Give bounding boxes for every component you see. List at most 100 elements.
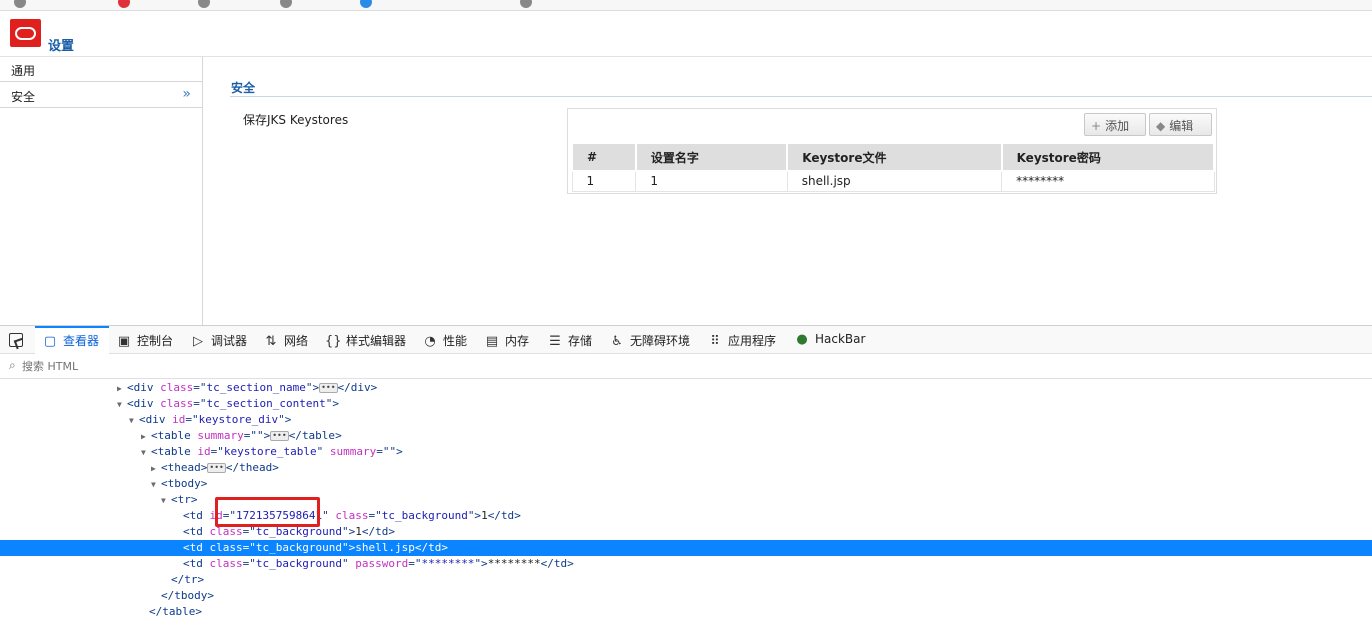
dom-node[interactable]: <td class="tc_background">1</td> [0, 524, 1372, 540]
devtools-tabbar: ▢ 查看器 ▣ 控制台 ▷ 调试器 ⇅ 网络 {} 样式编辑器 ◔ 性能 ▤ 内存 ☰ 存储 ♿… [0, 326, 1372, 354]
collapse-icon[interactable]: ▼ [161, 493, 171, 509]
performance-icon: ◔ [424, 334, 436, 349]
table-cell: 1 [635, 171, 788, 192]
column-header[interactable]: 设置名字 [634, 142, 789, 172]
dom-tree: ▶ <div class="tc_section_name"> ••• </div> … [0, 379, 1372, 617]
bookmark-item[interactable] [198, 0, 213, 8]
add-button-label: 添加 [1105, 119, 1130, 133]
bookmark-item[interactable] [520, 0, 535, 8]
search-html-input[interactable] [22, 357, 622, 375]
collapse-icon[interactable]: ▼ [151, 477, 161, 493]
bookmark-icon [198, 0, 210, 8]
ellipsis-icon[interactable]: ••• [319, 383, 338, 393]
bookmark-icon [360, 0, 372, 8]
expand-icon[interactable]: ▶ [141, 429, 151, 445]
column-header[interactable]: Keystore文件 [786, 142, 1003, 172]
section-divider [230, 96, 1372, 97]
page-title: 设置 [48, 39, 75, 54]
table-header-row: # 设置名字 Keystore文件 Keystore密码 [571, 142, 1216, 172]
tab-label: 内存 [505, 334, 530, 348]
storage-icon: ☰ [549, 334, 561, 349]
tab-performance[interactable]: ◔ 性能 [422, 326, 467, 354]
collapse-icon[interactable]: ▼ [117, 397, 127, 413]
bookmark-icon [14, 0, 26, 8]
dom-node[interactable]: ▼ <tbody> [0, 476, 1372, 492]
tab-label: 应用程序 [728, 334, 777, 348]
tab-hackbar[interactable]: ● HackBar [794, 326, 865, 354]
bookmark-icon [520, 0, 532, 8]
dom-node[interactable]: <td id="1721357598641" class="tc_backgro… [0, 508, 1372, 524]
element-picker-icon[interactable] [9, 333, 23, 347]
dom-node[interactable]: ▼ <tr> [0, 492, 1372, 508]
dom-node[interactable]: ▶ <div class="tc_section_name"> ••• </div> [0, 380, 1372, 396]
table-row[interactable]: 1 1 shell.jsp ******** [571, 171, 1215, 192]
dom-node[interactable]: ▶ <thead> ••• </thead> [0, 460, 1372, 476]
tab-style-editor[interactable]: {} 样式编辑器 [325, 326, 406, 354]
dom-node[interactable]: </tbody> [0, 588, 1372, 604]
keystore-panel: + 添加 ◆ 编辑 # 设置名字 Keystore文件 Keystore密码 1 1… [567, 108, 1217, 194]
dom-node-selected[interactable]: <td class="tc_background">shell.jsp</td> [0, 540, 1372, 556]
tab-console[interactable]: ▣ 控制台 [116, 326, 173, 354]
accessibility-icon: ♿ [611, 334, 623, 349]
application-icon: ⠿ [710, 334, 720, 349]
dom-node[interactable]: </tr> [0, 572, 1372, 588]
dom-node[interactable]: </table> [0, 604, 1372, 617]
tab-label: 无障碍环境 [630, 334, 691, 348]
html-search-bar: ⌕ [0, 354, 1372, 379]
bookmark-icon [280, 0, 292, 8]
tab-label: 样式编辑器 [346, 334, 407, 348]
tab-application[interactable]: ⠿ 应用程序 [707, 326, 776, 354]
sidebar-item-label: 安全 [11, 90, 36, 104]
dom-node[interactable]: ▼ <table id="keystore_table" summary=""> [0, 444, 1372, 460]
tab-debugger[interactable]: ▷ 调试器 [190, 326, 247, 354]
add-button[interactable]: + 添加 [1084, 113, 1146, 136]
tab-network[interactable]: ⇅ 网络 [263, 326, 308, 354]
network-icon: ⇅ [265, 334, 277, 349]
tab-label: 调试器 [211, 334, 248, 348]
table-cell: 1 [571, 171, 637, 192]
tab-label: 网络 [284, 334, 309, 348]
tab-label: HackBar [815, 332, 866, 346]
annotation-highlight-box [215, 497, 320, 527]
collapse-icon[interactable]: ▼ [141, 445, 151, 461]
console-icon: ▣ [117, 334, 131, 349]
sidebar-item-general[interactable]: 通用 [0, 57, 202, 82]
sidebar-item-security[interactable]: 安全 » [0, 83, 202, 108]
dom-node[interactable]: ▶ <table summary=""> ••• </table> [0, 428, 1372, 444]
hackbar-icon: ● [796, 332, 808, 347]
sidebar-item-label: 通用 [11, 64, 36, 78]
memory-icon: ▤ [485, 334, 499, 349]
inspector-icon: ▢ [43, 334, 57, 349]
bookmark-item[interactable] [118, 0, 133, 8]
bookmark-item[interactable] [360, 0, 375, 8]
keystores-label: 保存JKS Keystores [243, 113, 349, 127]
tab-label: 性能 [443, 334, 468, 348]
sidebar: 通用 安全 » [0, 57, 203, 325]
bookmark-item[interactable] [14, 0, 29, 8]
bookmark-icon [118, 0, 130, 8]
plus-icon: + [1091, 119, 1102, 133]
app-header: 设置 [0, 11, 1372, 57]
debugger-icon: ▷ [193, 334, 203, 349]
dom-node[interactable]: ▼ <div id="keystore_div"> [0, 412, 1372, 428]
column-header[interactable]: Keystore密码 [1000, 142, 1216, 172]
tab-storage[interactable]: ☰ 存储 [547, 326, 592, 354]
tag-icon: ◆ [1156, 119, 1166, 133]
oracle-logo-icon [10, 19, 41, 47]
dom-node[interactable]: <td class="tc_background" password="****… [0, 556, 1372, 572]
devtools-panel: ▢ 查看器 ▣ 控制台 ▷ 调试器 ⇅ 网络 {} 样式编辑器 ◔ 性能 ▤ 内存 ☰ 存储 ♿… [0, 325, 1372, 617]
expand-icon[interactable]: ▶ [151, 461, 161, 477]
main-content: 安全 保存JKS Keystores + 添加 ◆ 编辑 # 设置名字 Keysto… [204, 57, 1372, 325]
ellipsis-icon[interactable]: ••• [207, 463, 226, 473]
tab-memory[interactable]: ▤ 内存 [484, 326, 529, 354]
edit-button[interactable]: ◆ 编辑 [1149, 113, 1212, 136]
search-icon: ⌕ [9, 358, 16, 372]
ellipsis-icon[interactable]: ••• [270, 431, 289, 441]
expand-icon[interactable]: ▶ [117, 381, 127, 397]
collapse-icon[interactable]: ▼ [129, 413, 139, 429]
tab-inspector[interactable]: ▢ 查看器 [35, 326, 109, 354]
bookmark-item[interactable] [280, 0, 295, 8]
column-header[interactable]: # [571, 142, 637, 172]
tab-accessibility[interactable]: ♿ 无障碍环境 [609, 326, 690, 354]
dom-node[interactable]: ▼ <div class="tc_section_content"> [0, 396, 1372, 412]
